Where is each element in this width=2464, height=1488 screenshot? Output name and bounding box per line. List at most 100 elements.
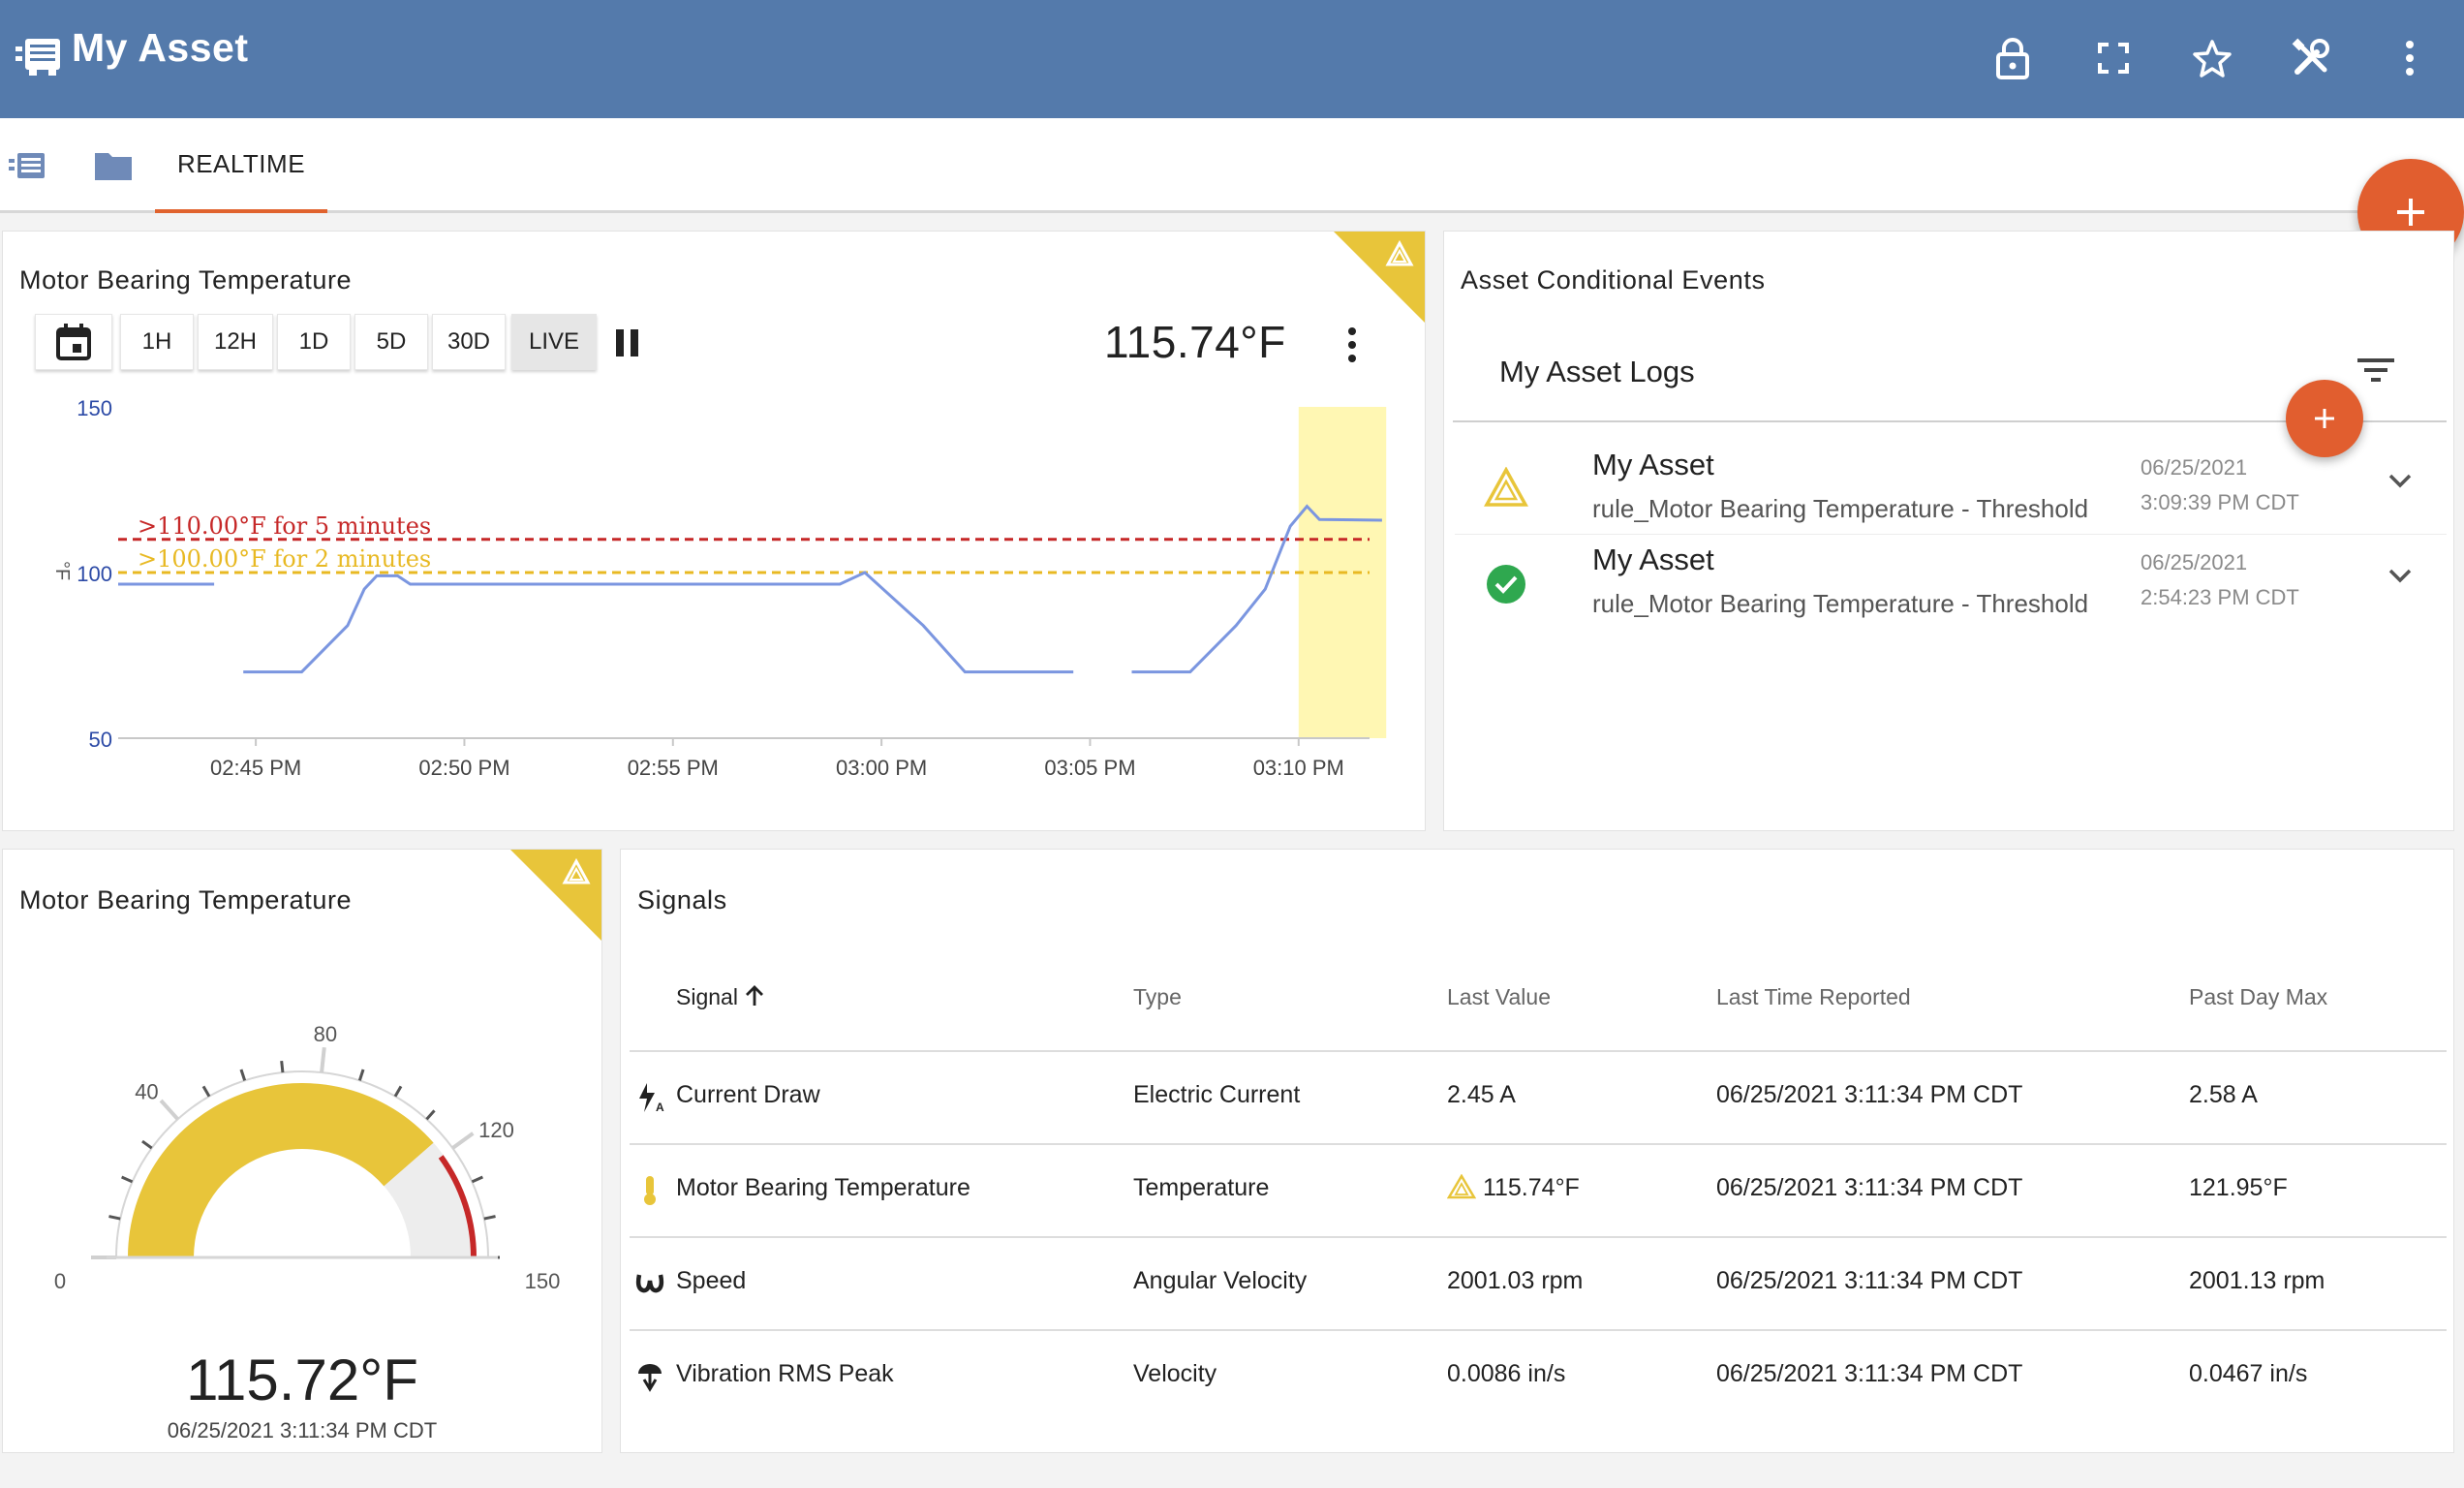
column-header-type[interactable]: Type — [1133, 984, 1182, 1010]
event-time: 3:09:39 PM CDT — [2141, 490, 2299, 514]
warning-icon — [1446, 1173, 1477, 1199]
column-header-last-value[interactable]: Last Value — [1447, 984, 1551, 1010]
signal-last-value: 2.45 A — [1447, 1081, 1516, 1108]
chart-card-title: Motor Bearing Temperature — [19, 265, 353, 294]
chevron-down-icon[interactable] — [2381, 461, 2419, 500]
x-tick-label: 02:50 PM — [418, 756, 509, 780]
gauge-tick — [451, 1132, 475, 1150]
range-30d-button[interactable]: 30D — [432, 314, 506, 370]
tab-realtime[interactable]: REALTIME — [155, 118, 327, 213]
warning-corner-icon — [1334, 232, 1425, 323]
more-options-button[interactable] — [2381, 29, 2439, 87]
calendar-icon — [56, 324, 91, 360]
lock-button[interactable] — [1984, 29, 2042, 87]
table-row[interactable]: A Current Draw Electric Current 2.45 A 0… — [630, 1050, 2447, 1143]
x-tick-label: 02:55 PM — [628, 756, 719, 780]
gauge-card-title: Motor Bearing Temperature — [19, 885, 353, 914]
warning-icon — [1484, 467, 1528, 507]
signal-name: Motor Bearing Temperature — [676, 1174, 970, 1201]
signal-type: Temperature — [1133, 1174, 1270, 1201]
range-12h-button[interactable]: 12H — [198, 314, 273, 370]
event-rule: rule_Motor Bearing Temperature - Thresho… — [1592, 494, 2089, 523]
star-icon — [2193, 40, 2232, 78]
thermometer-icon — [644, 1176, 656, 1205]
more-vert-icon — [2406, 41, 2414, 76]
signal-type: Electric Current — [1133, 1081, 1301, 1108]
folder-icon[interactable] — [93, 147, 136, 186]
chart-menu-button[interactable] — [1337, 324, 1368, 366]
svg-text:A: A — [656, 1100, 664, 1114]
signal-past-day-max: 121.95°F — [2189, 1174, 2288, 1201]
range-live-button[interactable]: LIVE — [511, 314, 597, 370]
signal-name: Speed — [676, 1267, 747, 1294]
logs-title: My Asset Logs — [1499, 355, 1695, 388]
pause-button[interactable] — [610, 324, 645, 362]
asset-tab-icon[interactable] — [6, 147, 48, 186]
column-header-past-day-max[interactable]: Past Day Max — [2189, 984, 2327, 1010]
event-date: 06/25/2021 — [2141, 550, 2248, 574]
signal-name: Current Draw — [676, 1081, 820, 1108]
signals-card-title: Signals — [637, 885, 727, 914]
favorite-button[interactable] — [2183, 29, 2241, 87]
omega-icon — [635, 1274, 664, 1293]
vibration-icon — [638, 1364, 662, 1392]
plus-icon — [2315, 409, 2334, 428]
gauge-tick — [141, 1139, 153, 1150]
range-1d-button[interactable]: 1D — [277, 314, 351, 370]
gauge-tick — [320, 1046, 326, 1073]
check-circle-icon — [1487, 565, 1525, 604]
column-header-last-time[interactable]: Last Time Reported — [1716, 984, 1911, 1010]
tools-icon — [2292, 38, 2329, 75]
y-tick-label: 150 — [77, 396, 112, 420]
gauge-tick — [425, 1109, 436, 1121]
signal-past-day-max: 0.0467 in/s — [2189, 1360, 2308, 1387]
signal-last-time: 06/25/2021 3:11:34 PM CDT — [1716, 1081, 2023, 1108]
gauge-timestamp: 06/25/2021 3:11:34 PM CDT — [167, 1418, 438, 1442]
column-header-signal[interactable]: Signal — [676, 984, 765, 1010]
signal-last-time: 06/25/2021 3:11:34 PM CDT — [1716, 1267, 2023, 1294]
signal-past-day-max: 2001.13 rpm — [2189, 1267, 2325, 1294]
event-asset-name: My Asset — [1592, 448, 1714, 481]
gauge-tick — [357, 1069, 365, 1081]
gauge-value: 115.72°F — [186, 1348, 418, 1412]
range-5d-button[interactable]: 5D — [354, 314, 428, 370]
table-row[interactable]: Vibration RMS Peak Velocity 0.0086 in/s … — [630, 1329, 2447, 1422]
asset-icon — [15, 39, 60, 76]
events-card-title: Asset Conditional Events — [1461, 265, 1766, 294]
plus-icon — [2397, 199, 2424, 226]
range-1h-button[interactable]: 1H — [120, 314, 194, 370]
tools-button[interactable] — [2282, 29, 2340, 87]
current-icon: A — [639, 1083, 664, 1114]
gauge-fill — [128, 1083, 434, 1257]
gauge-scale-label: 80 — [314, 1022, 337, 1046]
chevron-down-icon[interactable] — [2381, 556, 2419, 595]
filter-button[interactable] — [2356, 353, 2396, 388]
x-tick-label: 03:05 PM — [1044, 756, 1135, 780]
x-tick-label: 03:10 PM — [1253, 756, 1344, 780]
table-row[interactable]: Motor Bearing Temperature Temperature 11… — [630, 1143, 2447, 1236]
event-row[interactable]: My Asset rule_Motor Bearing Temperature … — [1455, 535, 2447, 630]
app-bar: My Asset — [0, 0, 2464, 118]
tab-bar: REALTIME — [0, 118, 2464, 213]
signal-last-value: 0.0086 in/s — [1447, 1360, 1566, 1387]
gauge-tick — [280, 1060, 285, 1073]
y-tick-label: 100 — [77, 562, 112, 586]
pause-icon — [616, 329, 638, 356]
warning-corner-icon — [510, 850, 601, 941]
signal-past-day-max: 2.58 A — [2189, 1081, 2258, 1108]
table-row[interactable]: Speed Angular Velocity 2001.03 rpm 06/25… — [630, 1236, 2447, 1329]
gauge-tick — [108, 1215, 121, 1221]
more-vert-icon — [1348, 327, 1356, 362]
gauge-tick — [201, 1085, 211, 1098]
chart-current-value: 115.74°F — [1104, 317, 1286, 367]
threshold-label: >110.00°F for 5 minutes — [138, 512, 431, 540]
date-picker-button[interactable] — [35, 314, 112, 370]
event-date: 06/25/2021 — [2141, 455, 2248, 480]
trend-chart: 150 100 50 °F 02:45 PM 02:50 PM 02:55 PM 03:00 … — [51, 396, 1387, 780]
arrow-up-icon — [746, 985, 764, 1006]
threshold-label: >100.00°F for 2 minutes — [138, 545, 431, 573]
event-row[interactable]: My Asset rule_Motor Bearing Temperature … — [1455, 440, 2447, 535]
event-rule: rule_Motor Bearing Temperature - Thresho… — [1592, 589, 2089, 618]
fullscreen-button[interactable] — [2084, 29, 2142, 87]
gauge-tick — [393, 1085, 403, 1098]
